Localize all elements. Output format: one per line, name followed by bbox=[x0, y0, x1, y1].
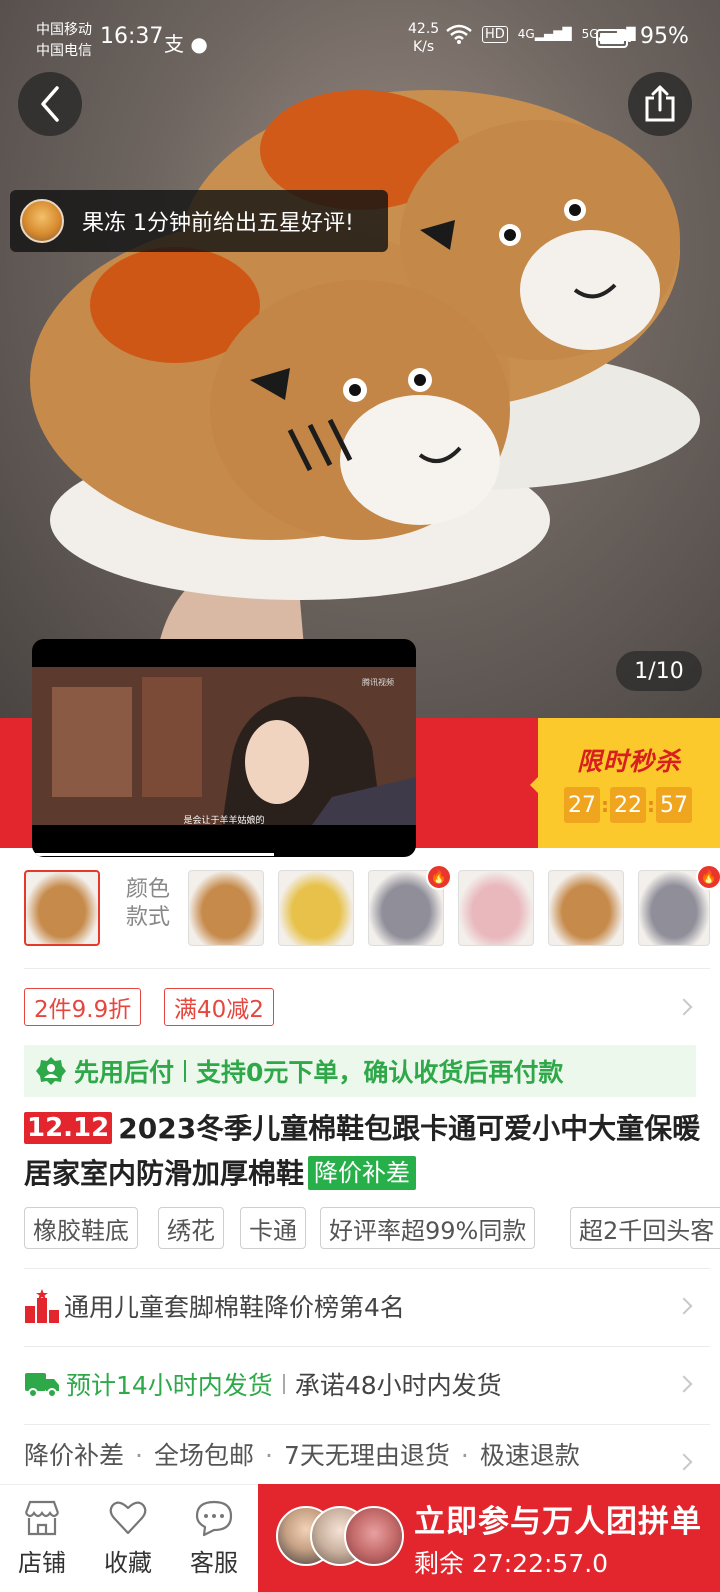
signal-4g-icon: 4G▂▄▆█ bbox=[517, 27, 572, 41]
gallery-page-counter: 1/10 bbox=[616, 651, 702, 691]
ranking-text: 通用儿童套脚棉鞋降价榜第4名 bbox=[64, 1293, 405, 1322]
sku-thumbnail[interactable] bbox=[278, 870, 354, 946]
status-clock: 16:37 bbox=[100, 24, 164, 49]
service-item: 7天无理由退货 bbox=[283, 1441, 450, 1470]
attribute-tag[interactable]: 绣花 bbox=[158, 1207, 224, 1249]
shipping-separator bbox=[282, 1374, 285, 1394]
share-button[interactable] bbox=[628, 72, 692, 136]
video-frame bbox=[32, 667, 416, 825]
back-button[interactable] bbox=[18, 72, 82, 136]
hd-icon: HD bbox=[482, 25, 508, 43]
shop-label: 店铺 bbox=[18, 1549, 66, 1577]
net-speed: 42.5 K/s bbox=[408, 20, 439, 56]
store-icon bbox=[24, 1500, 60, 1536]
divider bbox=[24, 968, 710, 969]
pay-later-separator bbox=[184, 1060, 187, 1082]
carrier-2: 中国电信 bbox=[36, 43, 92, 59]
attribute-tag[interactable]: 超2千回头客 bbox=[570, 1207, 720, 1249]
favorite-tab[interactable]: 收藏 bbox=[88, 1485, 168, 1592]
reviewer-avatar bbox=[20, 199, 64, 243]
net-speed-value: 42.5 bbox=[408, 21, 440, 37]
countdown-minutes: 22 bbox=[610, 787, 646, 823]
service-item: 降价补差 bbox=[24, 1441, 125, 1470]
countdown-seconds: 57 bbox=[656, 787, 692, 823]
service-guarantees[interactable]: 降价补差 · 全场包邮 · 7天无理由退货 · 极速退款 bbox=[24, 1436, 580, 1472]
ranking-icon bbox=[25, 1289, 59, 1323]
notification-icons: 支 ● bbox=[164, 32, 208, 56]
sku-thumbnail[interactable] bbox=[458, 870, 534, 946]
chevron-right-icon[interactable] bbox=[675, 1453, 693, 1471]
chevron-right-icon[interactable] bbox=[675, 998, 693, 1016]
service-separator: · bbox=[135, 1441, 143, 1470]
product-photo bbox=[30, 90, 700, 718]
customer-service-label: 客服 bbox=[190, 1549, 238, 1577]
carrier-1: 中国移动 bbox=[36, 22, 92, 38]
group-buy-remaining: 剩余 27:22:57.0 bbox=[414, 1549, 609, 1578]
flash-sale-countdown: 27 : 22 : 57 bbox=[564, 787, 692, 823]
carrier-info: 中国移动 中国电信 bbox=[36, 20, 92, 62]
pay-later-title: 先用后付 bbox=[74, 1058, 175, 1087]
divider bbox=[24, 1346, 710, 1347]
sku-thumbnail[interactable] bbox=[24, 870, 100, 946]
share-icon bbox=[645, 85, 675, 122]
countdown-separator: : bbox=[647, 793, 655, 817]
shop-tab[interactable]: 店铺 bbox=[2, 1485, 82, 1592]
hot-icon: 🔥 bbox=[696, 864, 720, 890]
wifi-icon bbox=[446, 24, 472, 44]
service-separator: · bbox=[460, 1441, 469, 1470]
favorite-label: 收藏 bbox=[104, 1549, 152, 1577]
floating-video-player[interactable]: 腾讯视频 是会让于羊羊姑娘的 bbox=[32, 639, 416, 857]
flash-sale-panel bbox=[538, 718, 720, 848]
promo-tag-discount[interactable]: 2件9.9折 bbox=[24, 988, 142, 1026]
hot-icon: 🔥 bbox=[426, 864, 452, 890]
flash-sale-notch bbox=[530, 776, 539, 794]
double-twelve-badge: 12.12 bbox=[24, 1112, 113, 1144]
pay-later-banner[interactable]: 先用后付 支持0元下单，确认收货后再付款 bbox=[24, 1045, 696, 1097]
attribute-tag[interactable]: 橡胶鞋底 bbox=[24, 1207, 138, 1249]
group-buy-title: 立即参与万人团拼单 bbox=[414, 1504, 702, 1540]
video-progress-bar bbox=[32, 853, 274, 856]
service-item: 极速退款 bbox=[479, 1441, 580, 1470]
sku-thumbnail[interactable] bbox=[188, 870, 264, 946]
status-bar: 中国移动 中国电信 16:37 支 ● 42.5 K/s HD 4G▂▄▆█ 5… bbox=[0, 0, 720, 80]
promo-tag-coupon[interactable]: 满40减2 bbox=[164, 988, 274, 1026]
service-item: 全场包邮 bbox=[153, 1441, 254, 1470]
join-group-buy-button[interactable]: 立即参与万人团拼单 剩余 27:22:57.0 bbox=[258, 1484, 720, 1592]
ranking-row[interactable]: 通用儿童套脚棉鞋降价榜第4名 bbox=[24, 1276, 704, 1336]
pay-later-description: 支持0元下单，确认收货后再付款 bbox=[196, 1058, 564, 1087]
divider bbox=[24, 1268, 710, 1269]
shipping-estimate: 预计14小时内发货 bbox=[66, 1371, 273, 1400]
shipping-promise: 承诺48小时内发货 bbox=[294, 1371, 502, 1400]
chat-icon bbox=[195, 1500, 233, 1537]
attribute-tag[interactable]: 卡通 bbox=[240, 1207, 306, 1249]
price-protection-badge: 降价补差 bbox=[308, 1156, 417, 1190]
countdown-hours: 27 bbox=[564, 787, 600, 823]
pay-later-icon bbox=[36, 1057, 66, 1085]
heart-icon bbox=[109, 1501, 147, 1535]
net-speed-unit: K/s bbox=[412, 39, 435, 55]
flash-sale-title: 限时秒杀 bbox=[576, 747, 681, 776]
attribute-tag[interactable]: 好评率超99%同款 bbox=[320, 1207, 536, 1249]
sku-thumbnail[interactable] bbox=[548, 870, 624, 946]
countdown-separator: : bbox=[601, 793, 609, 817]
divider bbox=[24, 1424, 710, 1425]
chevron-left-icon bbox=[41, 86, 59, 122]
sku-selector: 颜色款式 🔥 🔥 bbox=[0, 864, 720, 948]
product-title: 12.12 2023冬季儿童棉鞋包跟卡通可爱小中大童保暖居家室内防滑加厚棉鞋 降价补… bbox=[24, 1106, 704, 1196]
service-separator: · bbox=[264, 1441, 273, 1470]
participant-avatar bbox=[344, 1506, 404, 1566]
product-image-gallery[interactable]: 中国移动 中国电信 16:37 支 ● 42.5 K/s HD 4G▂▄▆█ 5… bbox=[0, 0, 720, 718]
video-subtitle: 是会让于羊羊姑娘的 bbox=[183, 816, 265, 826]
battery-icon bbox=[596, 29, 631, 48]
sku-label: 颜色款式 bbox=[125, 877, 170, 930]
review-text: 果冻 1分钟前给出五星好评! bbox=[82, 211, 354, 236]
truck-icon bbox=[25, 1373, 59, 1398]
customer-service-tab[interactable]: 客服 bbox=[174, 1485, 254, 1592]
video-watermark: 腾讯视频 bbox=[362, 678, 394, 687]
review-notification: 果冻 1分钟前给出五星好评! bbox=[10, 190, 388, 252]
shipping-row[interactable]: 预计14小时内发货 承诺48小时内发货 bbox=[24, 1354, 704, 1414]
battery-percent: 95% bbox=[640, 24, 689, 49]
